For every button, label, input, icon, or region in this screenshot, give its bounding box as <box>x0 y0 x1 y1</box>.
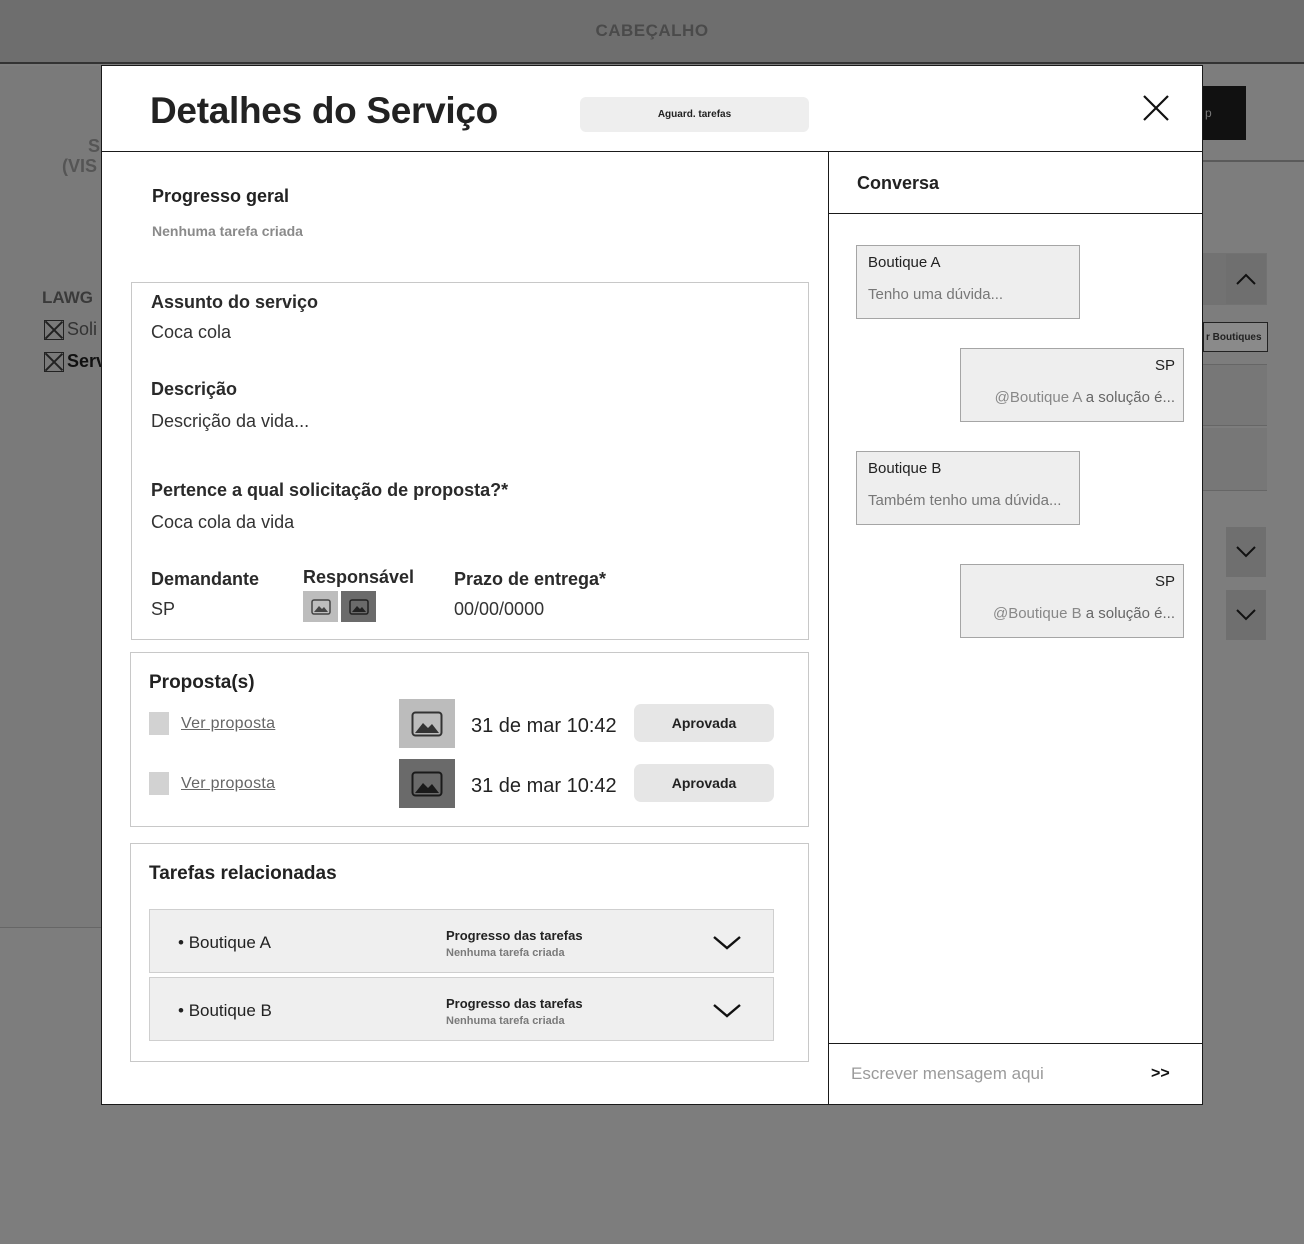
proposal-status-badge[interactable]: Aprovada <box>634 764 774 802</box>
background-checkbox[interactable] <box>44 320 64 340</box>
background-checkbox-label: Soli <box>67 319 98 339</box>
service-info-card: Assunto do serviço Coca cola Descrição D… <box>131 282 809 640</box>
message-text: @Boutique B a solução é... <box>992 605 1175 622</box>
chevron-up-icon[interactable] <box>1226 254 1266 304</box>
proposals-title: Proposta(s) <box>149 672 255 693</box>
task-row-boutique-a[interactable]: • Boutique A Progresso das tarefas Nenhu… <box>149 909 774 973</box>
subject-value: Coca cola <box>151 322 232 342</box>
background-button[interactable]: r Boutiques <box>1203 322 1268 352</box>
requester-label: Demandante <box>151 569 260 589</box>
service-details-modal: Detalhes do Serviço Aguard. tarefas Prog… <box>101 65 1203 1105</box>
description-value: Descrição da vida... <box>151 411 310 431</box>
message-mention[interactable]: @Boutique A <box>995 389 1082 406</box>
page-header: CABEÇALHO <box>0 0 1304 64</box>
image-icon <box>348 598 369 615</box>
deadline-label: Prazo de entrega* <box>454 569 607 589</box>
modal-header: Detalhes do Serviço Aguard. tarefas <box>102 66 1202 152</box>
overall-progress-subtitle: Nenhuma tarefa criada <box>152 223 303 239</box>
proposal-status-badge[interactable]: Aprovada <box>634 704 774 742</box>
proposal-checkbox[interactable] <box>149 712 169 735</box>
background-card <box>1203 364 1267 426</box>
background-card <box>1203 428 1267 491</box>
chat-composer: >> <box>829 1043 1202 1104</box>
description-label: Descrição <box>151 379 238 399</box>
close-icon <box>1143 95 1169 121</box>
proposal-thumbnail[interactable] <box>399 699 455 748</box>
status-badge: Aguard. tarefas <box>580 97 809 132</box>
proposal-date: 31 de mar 10:42 <box>471 775 617 797</box>
chat-title: Conversa <box>857 173 940 193</box>
details-column: Progresso geral Nenhuma tarefa criada As… <box>102 152 828 1104</box>
background-fragment: S <box>88 136 101 156</box>
proposal-thumbnail[interactable] <box>399 759 455 808</box>
task-row-boutique-b[interactable]: • Boutique B Progresso das tarefas Nenhu… <box>149 977 774 1041</box>
modal-title: Detalhes do Serviço <box>150 90 498 131</box>
chat-panel: Conversa Boutique A Tenho uma dúvida... … <box>828 152 1202 1104</box>
message-sender: SP <box>1154 573 1175 590</box>
background-button[interactable]: p <box>1203 86 1246 140</box>
chevron-down-icon[interactable] <box>711 928 743 956</box>
task-progress-subtitle: Nenhuma tarefa criada <box>446 947 565 959</box>
task-name: • Boutique B <box>178 1001 272 1020</box>
page-header-label: CABEÇALHO <box>595 21 709 40</box>
background-checkbox[interactable] <box>44 352 64 372</box>
related-tasks-card: Tarefas relacionadas • Boutique A Progre… <box>130 843 809 1062</box>
chat-message-incoming: Boutique A Tenho uma dúvida... <box>856 245 1080 319</box>
proposal-checkbox[interactable] <box>149 772 169 795</box>
image-icon <box>411 771 443 796</box>
background-divider <box>1203 160 1304 162</box>
message-sender: Boutique A <box>868 254 941 271</box>
message-input[interactable] <box>851 1058 1121 1090</box>
overall-progress-title: Progresso geral <box>152 186 290 206</box>
chat-message-incoming: Boutique B Também tenho uma dúvida... <box>856 451 1080 525</box>
send-button[interactable]: >> <box>1151 1065 1170 1083</box>
close-button[interactable] <box>1142 94 1170 122</box>
message-text: Tenho uma dúvida... <box>868 286 1004 303</box>
chevron-down-icon[interactable] <box>1226 590 1266 640</box>
background-fragment: (VIS <box>62 156 98 176</box>
chat-message-outgoing: SP @Boutique A a solução é... <box>960 348 1184 422</box>
task-progress-subtitle: Nenhuma tarefa criada <box>446 1015 565 1027</box>
background-section-label: LAWG <box>42 288 93 307</box>
image-icon <box>310 598 331 615</box>
view-proposal-link[interactable]: Ver proposta <box>181 775 275 793</box>
chevron-down-icon[interactable] <box>711 996 743 1024</box>
background-panel <box>0 66 102 928</box>
message-sender: SP <box>1154 357 1175 374</box>
chat-header: Conversa <box>829 152 1202 214</box>
proposal-request-label: Pertence a qual solicitação de proposta?… <box>151 480 509 500</box>
task-name: • Boutique A <box>178 933 271 952</box>
responsible-avatar[interactable] <box>341 591 376 622</box>
message-text: Também tenho uma dúvida... <box>868 492 1062 509</box>
subject-label: Assunto do serviço <box>151 292 319 312</box>
message-sender: Boutique B <box>868 460 942 477</box>
deadline-value: 00/00/0000 <box>454 599 545 619</box>
chevron-down-icon[interactable] <box>1226 527 1266 577</box>
proposals-card: Proposta(s) Ver proposta 31 de mar 10:42… <box>130 652 809 827</box>
responsible-avatar[interactable] <box>303 591 338 622</box>
proposal-date: 31 de mar 10:42 <box>471 715 617 737</box>
image-icon <box>411 711 443 736</box>
related-tasks-title: Tarefas relacionadas <box>149 863 337 884</box>
responsible-label: Responsável <box>303 567 415 587</box>
task-progress-title: Progresso das tarefas <box>446 928 583 943</box>
message-mention[interactable]: @Boutique B <box>993 605 1082 622</box>
proposal-request-value: Coca cola da vida <box>151 512 295 532</box>
chat-message-outgoing: SP @Boutique B a solução é... <box>960 564 1184 638</box>
requester-value: SP <box>151 599 176 619</box>
message-text: @Boutique A a solução é... <box>994 389 1175 406</box>
view-proposal-link[interactable]: Ver proposta <box>181 715 275 733</box>
task-progress-title: Progresso das tarefas <box>446 996 583 1011</box>
